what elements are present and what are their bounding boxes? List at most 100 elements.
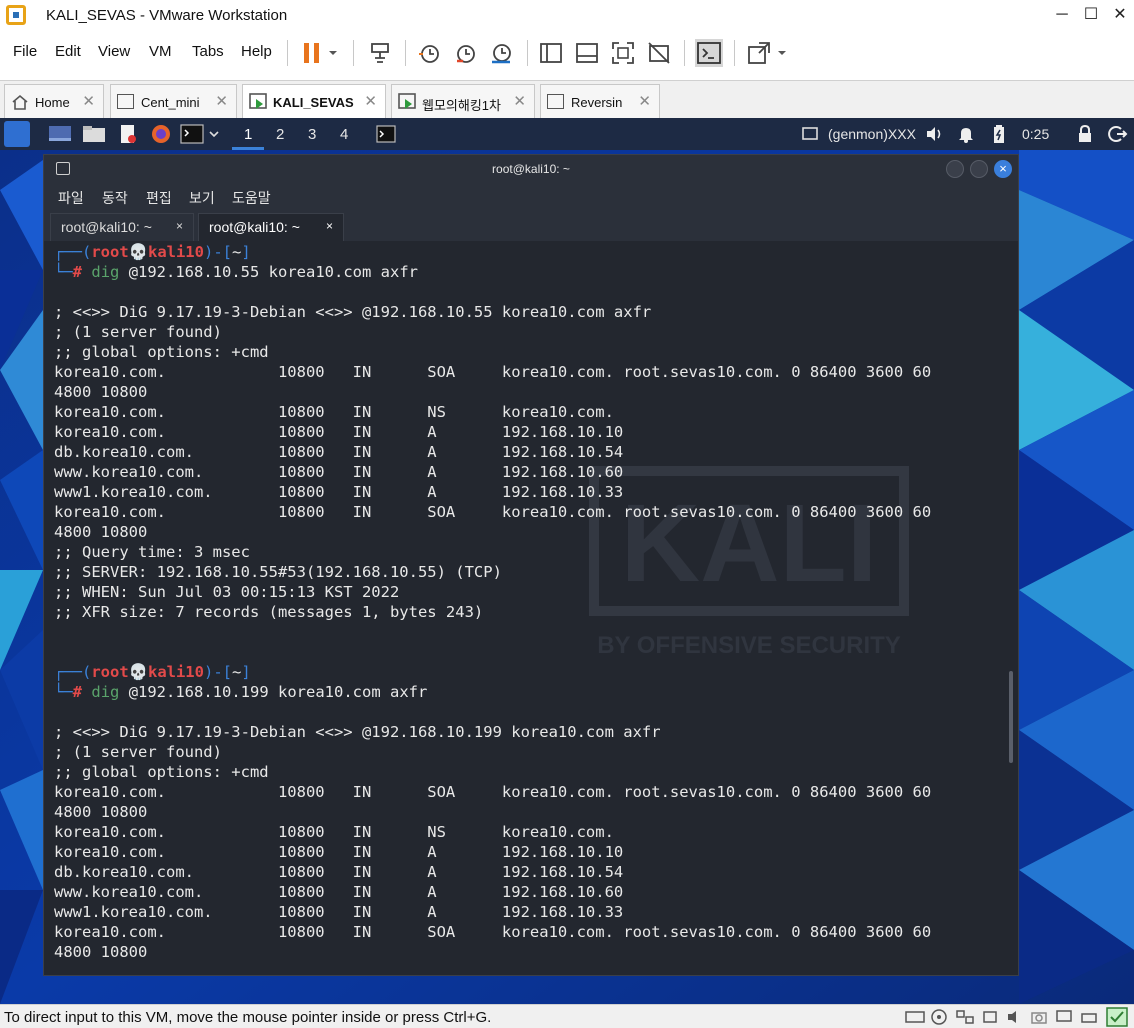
- revert-snapshot-icon[interactable]: [453, 41, 477, 65]
- terminal-output[interactable]: KALI BY OFFENSIVE SECURITY ┌──(root💀kali…: [44, 241, 1018, 975]
- vm-status-icon[interactable]: [1106, 1007, 1128, 1027]
- firefox-icon[interactable]: [151, 124, 171, 144]
- kali-watermark-logo: KALI BY OFFENSIVE SECURITY: [589, 466, 909, 659]
- clock[interactable]: 0:25: [1022, 126, 1049, 142]
- snapshot-icon[interactable]: [417, 41, 441, 65]
- file-manager-icon[interactable]: [82, 124, 106, 144]
- menu-vm[interactable]: VM: [149, 43, 172, 60]
- vm-tab-bar: Home ✕ Cent_mini ✕ KALI_SEVAS ✕ 웹모의해킹1차 …: [0, 80, 1134, 118]
- maximize-button[interactable]: ☐: [1077, 4, 1105, 26]
- tab-home[interactable]: Home ✕: [4, 84, 104, 118]
- close-icon[interactable]: ×: [994, 160, 1012, 178]
- camera-icon[interactable]: [1030, 1009, 1048, 1025]
- output-line: www.korea10.com. 10800 IN A 192.168.10.6…: [54, 462, 623, 482]
- output-line: korea10.com. 10800 IN SOA korea10.com. r…: [54, 362, 931, 382]
- close-icon[interactable]: ✕: [513, 92, 526, 110]
- menu-tabs[interactable]: Tabs: [192, 43, 224, 60]
- menu-file[interactable]: File: [13, 43, 37, 60]
- title-bar: KALI_SEVAS - VMware Workstation ─ ☐ ✕: [0, 0, 1134, 32]
- snapshot-manager-icon[interactable]: [489, 41, 513, 65]
- close-button[interactable]: ✕: [1106, 4, 1134, 26]
- stretch-icon[interactable]: [747, 41, 771, 65]
- output-text: korea10.com. 10800 IN NS korea10.com.: [54, 403, 614, 421]
- output-line: 4800 10800: [54, 382, 147, 402]
- display-icon[interactable]: [1055, 1009, 1073, 1025]
- close-icon[interactable]: ×: [176, 219, 183, 233]
- console-view-icon[interactable]: [695, 39, 723, 67]
- prompt-hash: #: [72, 263, 83, 281]
- volume-icon[interactable]: [924, 124, 944, 144]
- thumbnail-view-icon[interactable]: [575, 41, 599, 65]
- minimize-button[interactable]: ─: [1048, 4, 1076, 26]
- workspace-2[interactable]: 2: [276, 126, 284, 143]
- output-line: 4800 10800: [54, 522, 147, 542]
- terminal-title-bar[interactable]: root@kali10: ~ ×: [44, 155, 1018, 183]
- vm-display[interactable]: 1 2 3 4 (genmon)XXX 0:25 root@kali10: ~ …: [0, 118, 1134, 1004]
- show-desktop-icon[interactable]: [48, 124, 72, 144]
- terminal-tab-2[interactable]: root@kali10: ~ ×: [198, 213, 344, 241]
- command-args: @192.168.10.55 korea10.com axfr: [119, 263, 418, 281]
- workspace-3[interactable]: 3: [308, 126, 316, 143]
- close-icon[interactable]: ×: [326, 219, 333, 233]
- output-line: ;; Query time: 3 msec: [54, 542, 250, 562]
- cd-rom-icon[interactable]: [930, 1009, 948, 1025]
- tab-cent-mini[interactable]: Cent_mini ✕: [110, 84, 237, 118]
- output-line: www.korea10.com. 10800 IN A 192.168.10.6…: [54, 882, 623, 902]
- unity-icon[interactable]: [647, 41, 671, 65]
- command-name: dig: [91, 683, 120, 701]
- output-line: ;; global options: +cmd: [54, 762, 269, 782]
- output-text: korea10.com. 10800 IN A 192.168.10.10: [54, 843, 624, 861]
- kali-top-panel: 1 2 3 4 (genmon)XXX 0:25: [0, 118, 1134, 150]
- workspace-4[interactable]: 4: [340, 126, 348, 143]
- terminal-tab-1[interactable]: root@kali10: ~ ×: [50, 213, 194, 241]
- full-screen-icon[interactable]: [611, 41, 635, 65]
- output-text: 4800 10800: [54, 803, 148, 821]
- terminal-scrollbar[interactable]: [1009, 671, 1013, 763]
- printer-icon[interactable]: [1080, 1009, 1098, 1025]
- sound-icon[interactable]: [1006, 1009, 1024, 1025]
- menu-action[interactable]: 동작: [102, 188, 128, 208]
- minimize-button[interactable]: [946, 160, 964, 178]
- tab-kali-sevas[interactable]: KALI_SEVAS ✕: [242, 84, 386, 118]
- pause-icon[interactable]: [300, 41, 324, 65]
- output-line: 4800 10800: [54, 942, 147, 962]
- menu-help[interactable]: 도움말: [232, 188, 271, 208]
- menu-file[interactable]: 파일: [58, 188, 84, 208]
- library-view-icon[interactable]: [539, 41, 563, 65]
- tab-web-hacking[interactable]: 웹모의해킹1차 ✕: [391, 84, 535, 118]
- menu-view[interactable]: View: [98, 43, 130, 60]
- battery-icon[interactable]: [992, 124, 1006, 144]
- toolbar-separator: [527, 40, 528, 66]
- toolbar-separator: [684, 40, 685, 66]
- close-icon[interactable]: ✕: [82, 92, 95, 110]
- menu-view[interactable]: 보기: [189, 188, 215, 208]
- close-icon[interactable]: ✕: [215, 92, 228, 110]
- notification-bell-icon[interactable]: [956, 124, 976, 144]
- tab-reversin[interactable]: Reversin ✕: [540, 84, 660, 118]
- terminal-window-icon[interactable]: [376, 124, 396, 144]
- chevron-down-icon[interactable]: [207, 124, 221, 144]
- terminal-launcher-icon[interactable]: [180, 124, 204, 144]
- lock-icon[interactable]: [1075, 124, 1095, 144]
- network-icon[interactable]: [955, 1009, 975, 1025]
- workspace-1[interactable]: 1: [244, 126, 252, 143]
- menu-help[interactable]: Help: [241, 43, 272, 60]
- menu-edit[interactable]: 편집: [146, 188, 172, 208]
- send-ctrl-alt-del-icon[interactable]: [368, 41, 392, 65]
- chevron-down-icon[interactable]: [326, 41, 340, 65]
- text-editor-icon[interactable]: [118, 124, 138, 144]
- hard-disk-icon[interactable]: [905, 1009, 925, 1025]
- prompt-corner: ┌──: [54, 243, 82, 261]
- kali-menu-icon[interactable]: [4, 121, 30, 147]
- terminal-window[interactable]: root@kali10: ~ × 파일 동작 편집 보기 도움말 root@ka…: [43, 154, 1019, 976]
- menu-edit[interactable]: Edit: [55, 43, 81, 60]
- output-text: www.korea10.com. 10800 IN A 192.168.10.6…: [54, 883, 624, 901]
- tab-label: Cent_mini: [141, 95, 200, 110]
- close-icon[interactable]: ✕: [638, 92, 651, 110]
- close-icon[interactable]: ✕: [364, 92, 377, 110]
- logout-icon[interactable]: [1108, 124, 1128, 144]
- chevron-down-icon[interactable]: [775, 41, 789, 65]
- usb-icon[interactable]: [981, 1009, 999, 1025]
- maximize-button[interactable]: [970, 160, 988, 178]
